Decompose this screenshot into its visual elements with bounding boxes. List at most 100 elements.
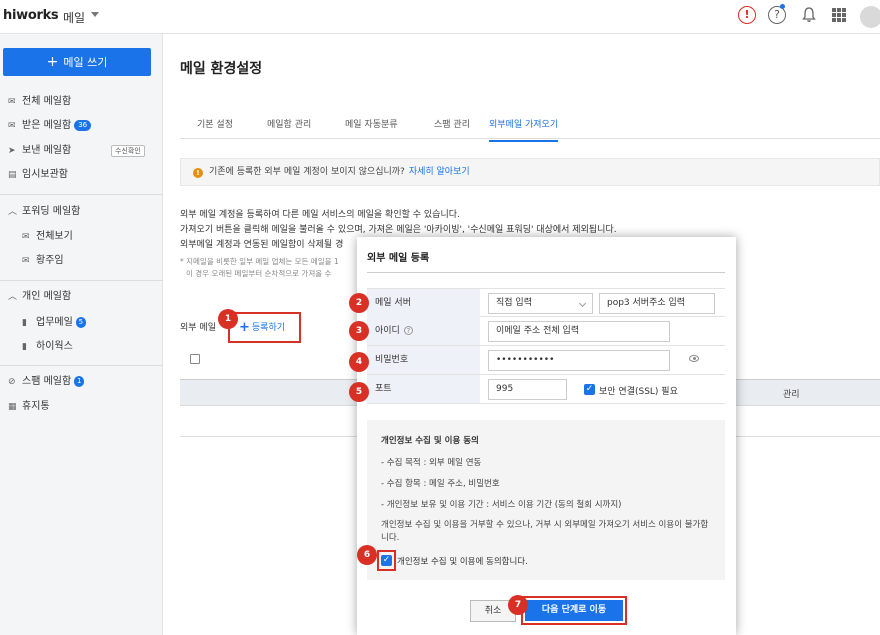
server-select[interactable]: 직접 입력 <box>488 293 593 314</box>
next-step-button[interactable]: 다음 단계로 이동 <box>525 600 623 621</box>
port-label: 포트 <box>367 375 480 403</box>
apps-grid-icon[interactable] <box>832 8 846 22</box>
bookmark-icon: ▮ <box>22 318 27 328</box>
sidebar-item-spam[interactable]: ⊘ 스팸 메일함 1 <box>8 374 85 390</box>
sidebar-item-hiworks[interactable]: ▮ 하이웍스 <box>22 339 73 355</box>
sidebar-item-drafts[interactable]: ▤ 임시보관함 <box>8 167 68 183</box>
form-row-id: 아이디? 이메일 주소 전체 입력 <box>367 317 725 346</box>
privacy-line: - 수집 목적 : 외부 메일 연동 <box>381 458 482 468</box>
password-input[interactable]: ••••••••••• <box>488 350 670 371</box>
mail-icon: ✉ <box>8 97 16 107</box>
register-button[interactable]: + 등록하기 <box>239 320 285 335</box>
plus-icon: + <box>46 54 59 70</box>
tab-mailbox-management[interactable]: 메일함 관리 <box>267 117 311 130</box>
info-icon: ! <box>193 168 203 178</box>
form-row-server: 메일 서버 직접 입력 pop3 서버주소 입력 <box>367 288 725 317</box>
email-id-input[interactable]: 이메일 주소 전체 입력 <box>488 321 670 342</box>
modal-divider <box>367 272 725 273</box>
privacy-warning: 개인정보 수집 및 이용을 거부할 수 있으나, 거부 시 외부메일 가져오기 … <box>381 520 709 543</box>
sidebar-item-forward-all[interactable]: ✉ 전체보기 <box>22 229 73 245</box>
form-row-password: 비밀번호 ••••••••••• <box>367 346 725 375</box>
sidebar-divider <box>0 194 163 195</box>
ssl-checkbox[interactable]: ✓ <box>584 384 595 395</box>
external-mail-label: 외부 메일 <box>180 323 216 333</box>
draft-icon: ▤ <box>8 170 17 180</box>
mail-icon: ✉ <box>22 232 30 242</box>
unread-badge: 1 <box>74 376 85 387</box>
tab-spam-management[interactable]: 스팸 관리 <box>434 117 470 130</box>
password-label: 비밀번호 <box>367 346 480 374</box>
page-title: 메일 환경설정 <box>180 61 263 77</box>
step-marker-1: 1 <box>218 309 238 329</box>
eye-icon[interactable] <box>689 355 699 362</box>
external-mail-register-modal: 외부 메일 등록 메일 서버 직접 입력 pop3 서버주소 입력 아이디? 이… <box>357 237 736 635</box>
step-marker-5: 5 <box>349 382 369 402</box>
ssl-label: 보안 연결(SSL) 필요 <box>599 387 678 397</box>
read-receipt-button[interactable]: 수신확인 <box>111 145 145 157</box>
unread-badge: 5 <box>75 317 86 328</box>
agree-checkbox[interactable]: ✓ <box>381 555 392 566</box>
block-icon: ⊘ <box>8 377 16 387</box>
id-label: 아이디? <box>367 317 480 345</box>
bookmark-icon: ▮ <box>22 342 27 352</box>
unread-badge: 36 <box>74 120 92 131</box>
form-row-port: 포트 995 ✓ 보안 연결(SSL) 필요 <box>367 375 725 404</box>
tab-auto-sort[interactable]: 메일 자동분류 <box>345 117 398 130</box>
mail-icon: ✉ <box>8 121 16 131</box>
description-line: 외부 메일 계정을 등록하여 다른 메일 서비스의 메일을 확인할 수 있습니다… <box>180 210 460 220</box>
privacy-line: - 수집 항목 : 메일 주소, 비밀번호 <box>381 479 500 489</box>
step-marker-6: 6 <box>357 545 377 565</box>
alert-icon[interactable]: ! <box>738 6 756 24</box>
sidebar-item-forward-hwang[interactable]: ✉ 황주임 <box>22 253 64 269</box>
column-manage: 관리 <box>783 390 800 400</box>
privacy-title: 개인정보 수집 및 이용 동의 <box>381 436 479 446</box>
sidebar-divider <box>0 280 163 281</box>
tab-external-mail[interactable]: 외부메일 가져오기 <box>489 117 559 142</box>
step-marker-4: 4 <box>349 352 369 372</box>
step-marker-3: 3 <box>349 321 369 341</box>
description-line: 외부메일 계정과 연동된 메일함이 삭제될 경 <box>180 240 344 250</box>
port-input[interactable]: 995 <box>488 379 567 400</box>
write-mail-button[interactable]: + 메일 쓰기 <box>3 48 151 76</box>
sidebar-group-forwarding[interactable]: ︿ 포워딩 메일함 <box>8 204 80 220</box>
note-line: * 지메일을 비롯한 일부 메일 업체는 모든 메일을 1 <box>180 257 339 266</box>
server-label: 메일 서버 <box>367 289 480 317</box>
logo[interactable]: hiworks <box>3 8 59 23</box>
app-switcher-label[interactable]: 메일 <box>63 9 85 26</box>
server-address-input[interactable]: pop3 서버주소 입력 <box>599 293 715 314</box>
note-line: 이 경우 오래된 메일부터 순차적으로 가져올 수 <box>186 269 332 278</box>
step-marker-7: 7 <box>508 595 528 615</box>
sidebar-item-trash[interactable]: ▦ 휴지통 <box>8 399 50 415</box>
learn-more-link[interactable]: 자세히 알아보기 <box>409 167 470 177</box>
sidebar-item-all-mail[interactable]: ✉ 전체 메일함 <box>8 94 71 110</box>
register-form: 메일 서버 직접 입력 pop3 서버주소 입력 아이디? 이메일 주소 전체 … <box>367 288 725 404</box>
sidebar-group-personal[interactable]: ︿ 개인 메일함 <box>8 289 71 305</box>
sidebar-item-work-mail[interactable]: ▮ 업무메일 5 <box>22 315 86 331</box>
plus-icon: + <box>239 320 250 335</box>
modal-title: 외부 메일 등록 <box>367 253 430 264</box>
bell-icon[interactable] <box>800 6 818 24</box>
settings-tabs: 기본 설정 메일함 관리 메일 자동분류 스팸 관리 외부메일 가져오기 <box>180 109 880 142</box>
notice-banner: ! 기존에 등록한 외부 메일 계정이 보이지 않으십니까? 자세히 알아보기 <box>180 158 880 186</box>
sidebar-item-sent[interactable]: ➤ 보낸 메일함 <box>8 143 71 159</box>
sidebar: + 메일 쓰기 ✉ 전체 메일함 ✉ 받은 메일함 36 ➤ 보낸 메일함 수신확인 ▤ 임… <box>0 34 163 635</box>
notification-dot <box>780 4 785 9</box>
sidebar-divider <box>0 365 163 366</box>
chevron-up-icon: ︿ <box>8 292 18 302</box>
avatar[interactable] <box>860 6 880 28</box>
mail-icon: ✉ <box>22 256 30 266</box>
chevron-down-icon[interactable] <box>91 12 99 17</box>
agree-label: 개인정보 수집 및 이용에 동의합니다. <box>397 557 528 567</box>
send-icon: ➤ <box>8 146 16 156</box>
chevron-down-icon <box>578 299 587 308</box>
tab-basic-settings[interactable]: 기본 설정 <box>197 117 233 130</box>
select-all-checkbox[interactable] <box>190 354 200 364</box>
sidebar-item-inbox[interactable]: ✉ 받은 메일함 36 <box>8 118 92 134</box>
top-bar: hiworks 메일 ! ? <box>0 0 880 34</box>
description-line: 가져오기 버튼을 클릭해 메일을 불러올 수 있으며, 가져온 메일은 '아카이… <box>180 225 617 235</box>
privacy-line: - 개인정보 보유 및 이용 기간 : 서비스 이용 기간 (동의 철회 시까지… <box>381 500 622 510</box>
step-marker-2: 2 <box>349 293 369 313</box>
help-icon[interactable]: ? <box>403 326 413 335</box>
trash-icon: ▦ <box>8 402 17 412</box>
chevron-up-icon: ︿ <box>8 207 18 217</box>
